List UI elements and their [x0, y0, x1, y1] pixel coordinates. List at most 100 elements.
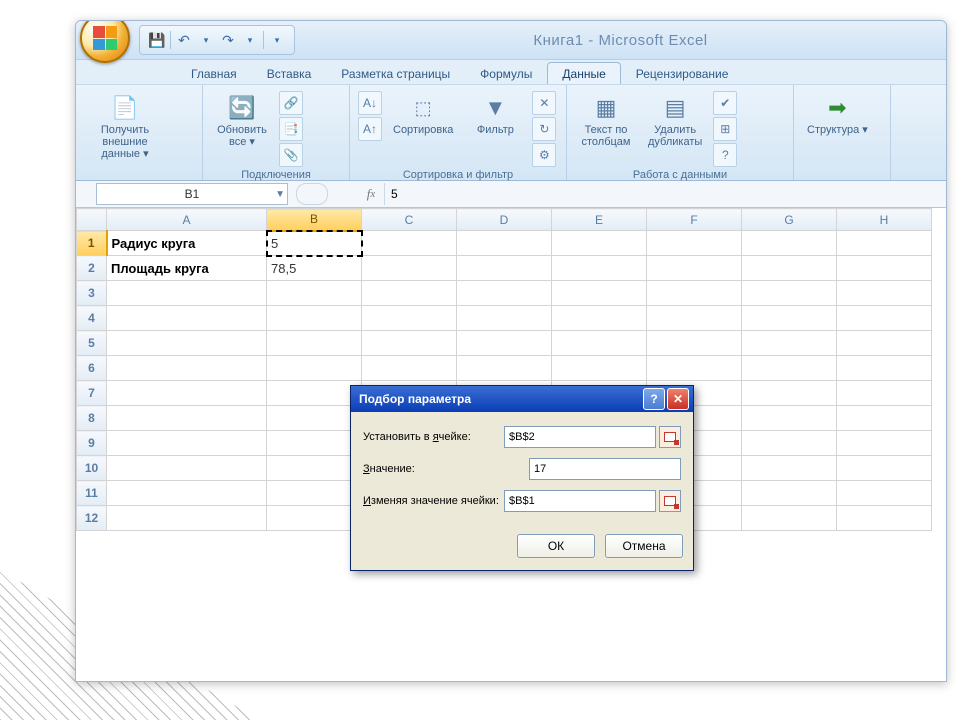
cell[interactable] [362, 306, 457, 331]
sort-desc-button[interactable]: A↑ [358, 117, 382, 141]
cell[interactable] [647, 306, 742, 331]
properties-button[interactable]: 📑 [279, 117, 303, 141]
name-box[interactable]: B1 ▼ [96, 183, 288, 205]
dialog-close-button[interactable]: ✕ [667, 388, 689, 410]
cell[interactable] [267, 431, 362, 456]
cell[interactable] [107, 381, 267, 406]
cell[interactable] [742, 306, 837, 331]
cell[interactable] [742, 356, 837, 381]
cell[interactable] [267, 281, 362, 306]
cell[interactable] [457, 356, 552, 381]
cell-B1[interactable]: 5 [267, 231, 362, 256]
whatif-button[interactable]: ? [713, 143, 737, 167]
cell[interactable] [837, 406, 932, 431]
cell[interactable] [552, 256, 647, 281]
namebox-dropdown-icon[interactable]: ▼ [275, 189, 285, 200]
col-header-D[interactable]: D [457, 209, 552, 231]
col-header-A[interactable]: A [107, 209, 267, 231]
cell[interactable] [837, 381, 932, 406]
set-cell-input[interactable] [504, 426, 656, 448]
cell[interactable] [647, 281, 742, 306]
cell[interactable] [107, 456, 267, 481]
save-icon[interactable]: 💾 [148, 31, 166, 49]
sort-button[interactable]: ⬚ Сортировка [388, 89, 458, 139]
select-all-corner[interactable] [77, 209, 107, 231]
outline-button[interactable]: ➡ Структура ▾ [802, 89, 873, 139]
remove-duplicates-button[interactable]: ▤ Удалитьдубликаты [643, 89, 707, 151]
undo-icon[interactable]: ↶ [175, 31, 193, 49]
changing-cell-ref-button[interactable] [659, 490, 681, 512]
dialog-titlebar[interactable]: Подбор параметра ? ✕ [351, 386, 693, 412]
cell[interactable] [647, 356, 742, 381]
cell[interactable] [837, 356, 932, 381]
undo-dropdown-icon[interactable]: ▾ [197, 31, 215, 49]
cell[interactable] [457, 256, 552, 281]
row-header-12[interactable]: 12 [77, 506, 107, 531]
row-header-6[interactable]: 6 [77, 356, 107, 381]
cell[interactable] [837, 431, 932, 456]
cell-B2[interactable]: 78,5 [267, 256, 362, 281]
cell[interactable] [362, 356, 457, 381]
col-header-E[interactable]: E [552, 209, 647, 231]
col-header-F[interactable]: F [647, 209, 742, 231]
set-cell-ref-button[interactable] [659, 426, 681, 448]
col-header-B[interactable]: B [267, 209, 362, 231]
editlinks-button[interactable]: 📎 [279, 143, 303, 167]
row-header-4[interactable]: 4 [77, 306, 107, 331]
cell[interactable] [837, 481, 932, 506]
advanced-button[interactable]: ⚙ [532, 143, 556, 167]
row-header-1[interactable]: 1 [77, 231, 107, 256]
cell[interactable] [267, 331, 362, 356]
tab-review[interactable]: Рецензирование [621, 62, 744, 84]
fx-button[interactable]: fx [358, 183, 385, 205]
cell[interactable] [457, 331, 552, 356]
cell-A1[interactable]: Радиус круга [107, 231, 267, 256]
dialog-help-button[interactable]: ? [643, 388, 665, 410]
cell[interactable] [267, 456, 362, 481]
cell[interactable] [742, 331, 837, 356]
get-external-data-button[interactable]: 📄 Получитьвнешние данные ▾ [84, 89, 166, 163]
tab-insert[interactable]: Вставка [252, 62, 327, 84]
cell[interactable] [552, 356, 647, 381]
cell-A2[interactable]: Площадь круга [107, 256, 267, 281]
clear-filter-button[interactable]: ✕ [532, 91, 556, 115]
cell[interactable] [742, 231, 837, 256]
col-header-H[interactable]: H [837, 209, 932, 231]
cell[interactable] [362, 331, 457, 356]
cell[interactable] [457, 231, 552, 256]
cell[interactable] [267, 381, 362, 406]
cell[interactable] [457, 281, 552, 306]
to-value-input[interactable] [529, 458, 681, 480]
col-header-C[interactable]: C [362, 209, 457, 231]
cell[interactable] [107, 481, 267, 506]
tab-formulas[interactable]: Формулы [465, 62, 547, 84]
office-button[interactable] [80, 20, 130, 63]
cell[interactable] [742, 456, 837, 481]
cell[interactable] [107, 431, 267, 456]
cell[interactable] [647, 231, 742, 256]
refresh-all-button[interactable]: 🔄 Обновитьвсе ▾ [211, 89, 273, 151]
cell[interactable] [107, 506, 267, 531]
cell[interactable] [267, 506, 362, 531]
cell[interactable] [552, 281, 647, 306]
cell[interactable] [837, 231, 932, 256]
cell[interactable] [552, 331, 647, 356]
sort-asc-button[interactable]: A↓ [358, 91, 382, 115]
cell[interactable] [742, 431, 837, 456]
cell[interactable] [647, 256, 742, 281]
cell[interactable] [837, 306, 932, 331]
row-header-7[interactable]: 7 [77, 381, 107, 406]
formula-input[interactable] [385, 184, 946, 204]
cell[interactable] [742, 406, 837, 431]
cell[interactable] [742, 481, 837, 506]
tab-data[interactable]: Данные [547, 62, 620, 84]
cell[interactable] [742, 506, 837, 531]
row-header-11[interactable]: 11 [77, 481, 107, 506]
row-header-10[interactable]: 10 [77, 456, 107, 481]
row-header-3[interactable]: 3 [77, 281, 107, 306]
text-to-columns-button[interactable]: ▦ Текст постолбцам [575, 89, 637, 151]
row-header-8[interactable]: 8 [77, 406, 107, 431]
tab-home[interactable]: Главная [176, 62, 252, 84]
cell[interactable] [742, 256, 837, 281]
reapply-button[interactable]: ↻ [532, 117, 556, 141]
